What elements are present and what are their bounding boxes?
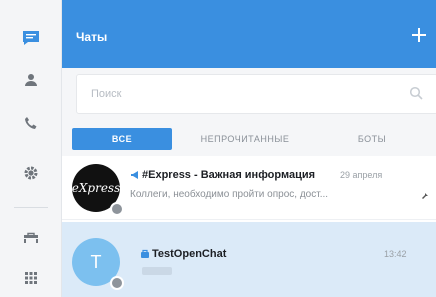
avatar-initial: T [90,251,102,272]
chats-panel: Чаты Поиск ВСЕ НЕПРОЧИТАННЫЕ БОТЫ eXpres… [62,0,436,297]
chat-list-item-selected[interactable]: T TestOpenChat 13:42 [62,222,436,297]
tab-all[interactable]: ВСЕ [72,128,172,150]
status-badge [110,276,124,290]
search-placeholder: Поиск [91,88,122,100]
chat-preview [142,267,172,275]
tab-unread[interactable]: НЕПРОЧИТАННЫЕ [190,128,300,150]
page-title: Чаты [76,30,108,44]
search-input[interactable]: Поиск [76,74,436,114]
search-icon [409,86,423,100]
chat-preview: Коллеги, необходимо пройти опрос, дост..… [130,189,329,200]
chats-header: Чаты [62,0,436,68]
left-rail [0,0,62,297]
open-chat-icon [141,249,149,258]
apps-grid-icon[interactable] [0,258,62,297]
contacts-icon[interactable] [0,60,62,100]
status-badge [110,202,124,216]
pin-icon [422,190,428,199]
search-bar: Поиск [62,68,436,120]
tab-bots[interactable]: БОТЫ [342,128,402,150]
chat-name: #Express - Важная информация [142,169,316,181]
chat-icon[interactable] [0,18,62,58]
chat-time: 29 апреля [340,170,383,180]
chat-time: 13:42 [384,249,407,259]
chat-filter-tabs: ВСЕ НЕПРОЧИТАННЫЕ БОТЫ [62,120,436,156]
chat-name: TestOpenChat [152,248,227,260]
settings-icon[interactable] [0,153,62,193]
chat-list-item[interactable]: eXpress #Express - Важная информация 29 … [62,156,436,220]
rail-divider [14,207,48,208]
express-logo: eXpress [72,181,120,195]
channel-icon [131,171,138,179]
new-chat-button[interactable] [406,22,432,48]
briefcase-icon[interactable] [0,218,62,258]
calls-icon[interactable] [0,103,62,143]
plus-icon [412,28,426,42]
